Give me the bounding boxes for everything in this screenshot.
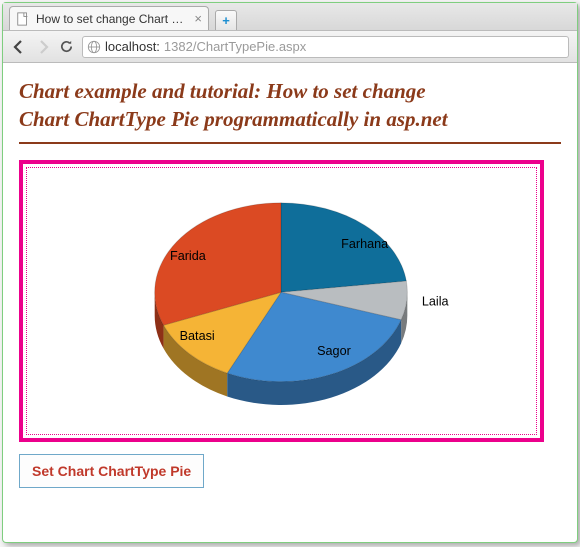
plus-icon: + — [222, 13, 230, 28]
pie-label-farida: Farida — [170, 249, 207, 263]
tab-bar: How to set change Chart C... × + — [3, 3, 577, 31]
pie-label-batasi: Batasi — [180, 329, 215, 343]
browser-window: How to set change Chart C... × + local — [2, 2, 578, 543]
title-line2: Chart ChartType Pie programmatically in … — [19, 107, 448, 131]
page-content: Chart example and tutorial: How to set c… — [3, 63, 577, 488]
new-tab-button[interactable]: + — [215, 10, 237, 30]
url-host: localhost: — [105, 39, 160, 54]
arrow-left-icon — [11, 39, 27, 55]
globe-icon — [87, 40, 101, 54]
reload-icon — [59, 39, 74, 54]
page-title: Chart example and tutorial: How to set c… — [19, 77, 561, 134]
title-line1: Chart example and tutorial: How to set c… — [19, 79, 426, 103]
browser-tab[interactable]: How to set change Chart C... × — [9, 6, 209, 30]
chart-panel: Farhana Laila Sagor Batasi Farida — [19, 160, 544, 442]
back-button[interactable] — [11, 39, 27, 55]
title-divider — [19, 142, 561, 144]
button-row: Set Chart ChartType Pie — [19, 454, 561, 488]
forward-button[interactable] — [35, 39, 51, 55]
arrow-right-icon — [35, 39, 51, 55]
pie-label-farhana: Farhana — [341, 237, 389, 251]
address-bar[interactable]: localhost: 1382/ChartTypePie.aspx — [82, 36, 569, 58]
pie-label-laila: Laila — [422, 294, 450, 308]
url-path: 1382/ChartTypePie.aspx — [164, 39, 306, 54]
page-favicon-icon — [16, 12, 30, 26]
reload-button[interactable] — [59, 39, 74, 54]
pie-chart: Farhana Laila Sagor Batasi Farida — [23, 164, 540, 438]
tab-title: How to set change Chart C... — [36, 12, 188, 26]
set-chart-type-button[interactable]: Set Chart ChartType Pie — [19, 454, 204, 488]
browser-toolbar: localhost: 1382/ChartTypePie.aspx — [3, 31, 577, 63]
pie-label-sagor: Sagor — [317, 344, 351, 358]
tab-close-icon[interactable]: × — [194, 11, 202, 26]
